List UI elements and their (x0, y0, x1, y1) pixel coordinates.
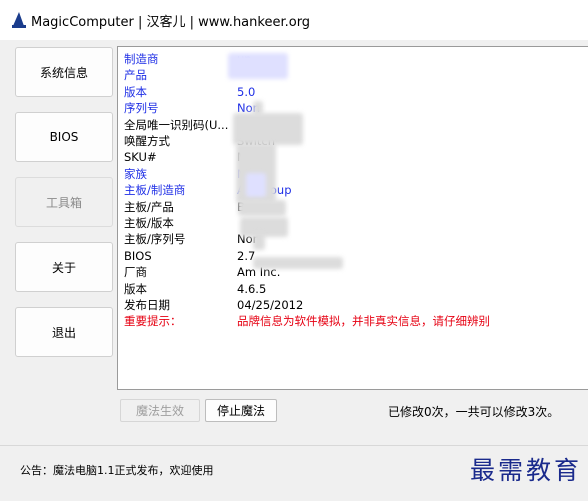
info-row-label: 家族 (124, 166, 147, 181)
info-row-label: 产品 (124, 68, 147, 83)
info-row-label: 发布日期 (124, 298, 170, 312)
info-row-label: 唤醒方式 (124, 134, 170, 148)
info-row-label: 主板/制造商 (124, 183, 186, 198)
stop-magic-button[interactable]: 停止魔法 (205, 399, 277, 422)
redaction-blur (238, 200, 286, 216)
info-row-label: SKU# (124, 150, 157, 165)
nav-bios-button[interactable]: BIOS (15, 112, 113, 162)
nav-toolbox-button[interactable]: 工具箱 (15, 177, 113, 227)
info-row-label: 全局唯一识别码(U... (124, 117, 229, 132)
info-row-label: 厂商 (124, 265, 147, 280)
redaction-blur (253, 257, 343, 269)
info-row-value: 5.0 (237, 84, 256, 99)
redaction-blur (233, 113, 303, 145)
window-title: MagicComputer | 汉客儿 | www.hankeer.org (31, 14, 311, 30)
info-row-label: 重要提示： (124, 314, 182, 329)
wizard-hat-icon (12, 12, 26, 28)
nav-about-button[interactable]: 关于 (15, 242, 113, 292)
redaction-blur (246, 173, 266, 197)
info-row-label: 主板/序列号 (124, 232, 186, 247)
title-bar: MagicComputer | 汉客儿 | www.hankeer.org (0, 0, 588, 40)
info-row-label: 主板/产品 (124, 199, 174, 214)
info-row-value: 04/25/2012 (237, 298, 304, 312)
info-row-value: 品牌信息为软件模拟，并非真实信息，请仔细辨别 (237, 314, 490, 329)
info-row-label: 版本 (124, 84, 147, 99)
modification-status: 已修改0次，一共可以修改3次。 (388, 405, 560, 419)
nav-system-info-button[interactable]: 系统信息 (15, 47, 113, 97)
status-bar: 公告：魔法电脑1.1正式发布，欢迎使用 最需教育 (0, 445, 588, 501)
info-row-value: 4.6.5 (237, 281, 267, 296)
apply-magic-button[interactable]: 魔法生效 (120, 399, 200, 422)
redaction-blur (253, 232, 265, 250)
info-row-label: BIOS (124, 248, 152, 263)
announcement-text: 公告：魔法电脑1.1正式发布，欢迎使用 (20, 464, 214, 477)
redaction-blur (228, 53, 288, 79)
info-row-label: 制造商 (124, 52, 159, 66)
nav-exit-button[interactable]: 退出 (15, 307, 113, 357)
watermark-text: 最需教育 (469, 456, 582, 485)
info-row-label: 序列号 (124, 101, 159, 116)
info-row-label: 主板/版本 (124, 216, 174, 230)
info-panel: 制造商up产品版本5.0序列号Non全局唯一识别码(U...唤醒方式Switch… (117, 46, 588, 390)
info-row-label: 版本 (124, 281, 147, 296)
